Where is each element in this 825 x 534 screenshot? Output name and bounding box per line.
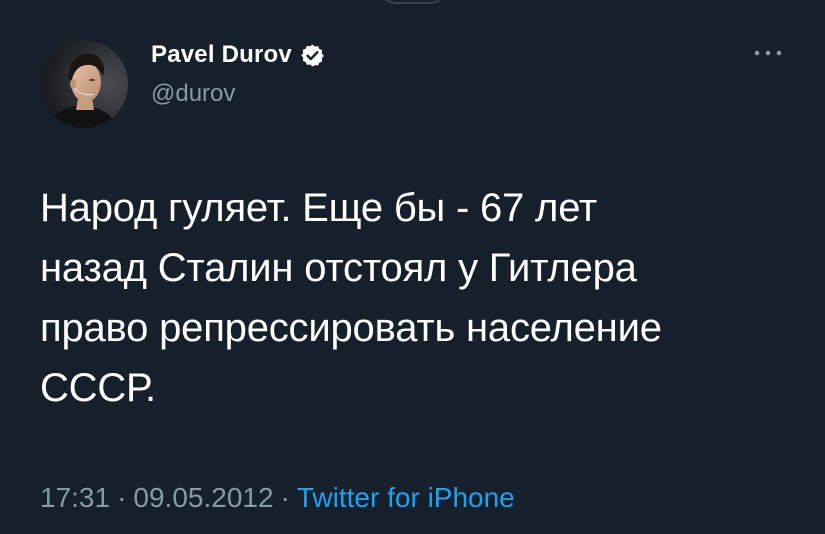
tweet-text: Народ гуляет. Еще бы - 67 лет назад Стал… <box>40 178 800 418</box>
author-name-row[interactable]: Pavel Durov <box>151 38 325 72</box>
tweet-source-link[interactable]: Twitter for iPhone <box>297 482 515 513</box>
avatar[interactable] <box>40 40 128 128</box>
more-options-button[interactable] <box>750 40 786 66</box>
verified-badge-icon <box>300 43 325 68</box>
more-options-icon <box>754 50 782 56</box>
tweet-date[interactable]: 09.05.2012 <box>133 482 273 513</box>
meta-separator: · <box>117 482 127 513</box>
tweet-text-line: Народ гуляет. Еще бы - 67 лет <box>40 186 598 230</box>
meta-separator: · <box>280 482 290 513</box>
pull-indicator <box>378 0 448 4</box>
avatar-image <box>40 40 128 128</box>
author-display-name[interactable]: Pavel Durov <box>151 41 292 69</box>
tweet-text-line: СССР. <box>40 366 156 410</box>
author-handle[interactable]: @durov <box>151 80 235 108</box>
tweet-text-line: право репрессировать население <box>40 306 662 350</box>
tweet-text-line: назад Сталин отстоял у Гитлера <box>40 246 637 290</box>
tweet-time[interactable]: 17:31 <box>40 482 110 513</box>
tweet-metadata: 17:31 · 09.05.2012 · Twitter for iPhone <box>40 480 515 516</box>
